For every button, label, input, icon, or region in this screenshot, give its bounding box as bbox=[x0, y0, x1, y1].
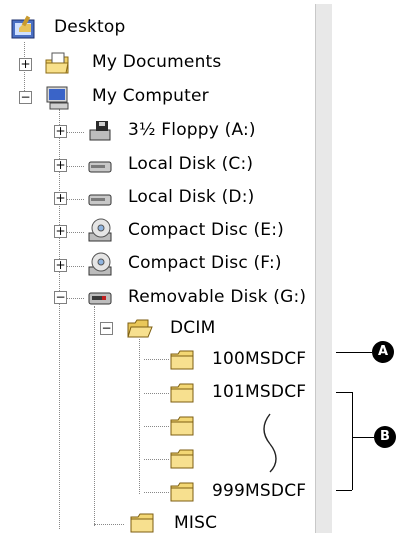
hard-disk-icon bbox=[86, 185, 114, 213]
callout-b-bracket bbox=[352, 392, 353, 490]
tree-item-folder[interactable]: 100MSDCF bbox=[212, 349, 306, 369]
folder-icon bbox=[129, 509, 157, 533]
tree-line bbox=[144, 393, 169, 394]
folder-icon bbox=[169, 478, 197, 506]
tree-line bbox=[64, 266, 84, 267]
cd-drive-icon bbox=[86, 217, 114, 245]
tree-line bbox=[64, 166, 84, 167]
tree-line bbox=[94, 524, 124, 525]
my-computer-icon bbox=[44, 84, 72, 112]
tree-item-dcim[interactable]: DCIM bbox=[170, 318, 215, 338]
tree-line bbox=[144, 359, 169, 360]
callout-a-line bbox=[336, 352, 372, 353]
callout-b-line bbox=[352, 437, 374, 438]
desktop-icon bbox=[10, 14, 38, 42]
tree-line bbox=[64, 132, 84, 133]
tree-line bbox=[144, 492, 169, 493]
expand-local-disk-c[interactable]: + bbox=[54, 159, 67, 172]
tree-item-my-computer[interactable]: My Computer bbox=[92, 86, 209, 106]
tree-line bbox=[139, 339, 140, 494]
hard-disk-icon bbox=[86, 152, 114, 180]
cd-drive-icon bbox=[86, 251, 114, 279]
tree-item-my-documents[interactable]: My Documents bbox=[92, 52, 221, 72]
scrollbar[interactable] bbox=[315, 4, 332, 533]
callout-b-bracket bbox=[336, 392, 352, 393]
floppy-drive-icon bbox=[86, 118, 114, 146]
tree-line bbox=[59, 109, 60, 529]
callout-b-bracket bbox=[336, 490, 352, 491]
expand-compact-disc-e[interactable]: + bbox=[54, 225, 67, 238]
tree-item-drive[interactable]: Local Disk (C:) bbox=[128, 154, 253, 174]
tree-line bbox=[144, 426, 169, 427]
collapse-dcim[interactable]: − bbox=[100, 322, 113, 335]
tree-item-drive[interactable]: Local Disk (D:) bbox=[128, 187, 254, 207]
folder-icon bbox=[169, 445, 197, 473]
expand-my-documents[interactable]: + bbox=[19, 58, 32, 71]
tree-item-drive[interactable]: Compact Disc (E:) bbox=[128, 220, 284, 240]
folder-open-icon bbox=[126, 315, 154, 343]
folder-icon bbox=[169, 379, 197, 407]
tree-item-folder[interactable]: 999MSDCF bbox=[212, 481, 306, 501]
removable-disk-icon bbox=[86, 284, 114, 312]
collapse-removable-disk-g[interactable]: − bbox=[54, 291, 67, 304]
tree-line bbox=[64, 298, 84, 299]
collapse-my-computer[interactable]: − bbox=[19, 91, 32, 104]
tree-item-folder[interactable]: 101MSDCF bbox=[212, 382, 306, 402]
folder-tree-panel: Desktop + My Documents − My Computer + 3… bbox=[4, 4, 332, 533]
callout-b-marker: B bbox=[374, 426, 396, 448]
my-documents-icon bbox=[44, 50, 72, 78]
tree-line bbox=[64, 232, 84, 233]
ellipsis-brace-icon bbox=[256, 412, 286, 474]
callout-a-marker: A bbox=[372, 341, 394, 363]
folder-icon bbox=[169, 346, 197, 374]
expand-compact-disc-f[interactable]: + bbox=[54, 259, 67, 272]
tree-item-drive[interactable]: Removable Disk (G:) bbox=[128, 287, 306, 307]
tree-item-misc[interactable]: MISC bbox=[174, 513, 217, 533]
tree-item-desktop[interactable]: Desktop bbox=[54, 17, 126, 37]
tree-item-drive[interactable]: Compact Disc (F:) bbox=[128, 253, 282, 273]
tree-item-drive[interactable]: 3½ Floppy (A:) bbox=[128, 120, 256, 140]
tree-line bbox=[144, 459, 169, 460]
folder-icon bbox=[169, 412, 197, 440]
expand-floppy-a[interactable]: + bbox=[54, 125, 67, 138]
tree-line bbox=[64, 199, 84, 200]
tree-line bbox=[94, 306, 95, 526]
expand-local-disk-d[interactable]: + bbox=[54, 192, 67, 205]
